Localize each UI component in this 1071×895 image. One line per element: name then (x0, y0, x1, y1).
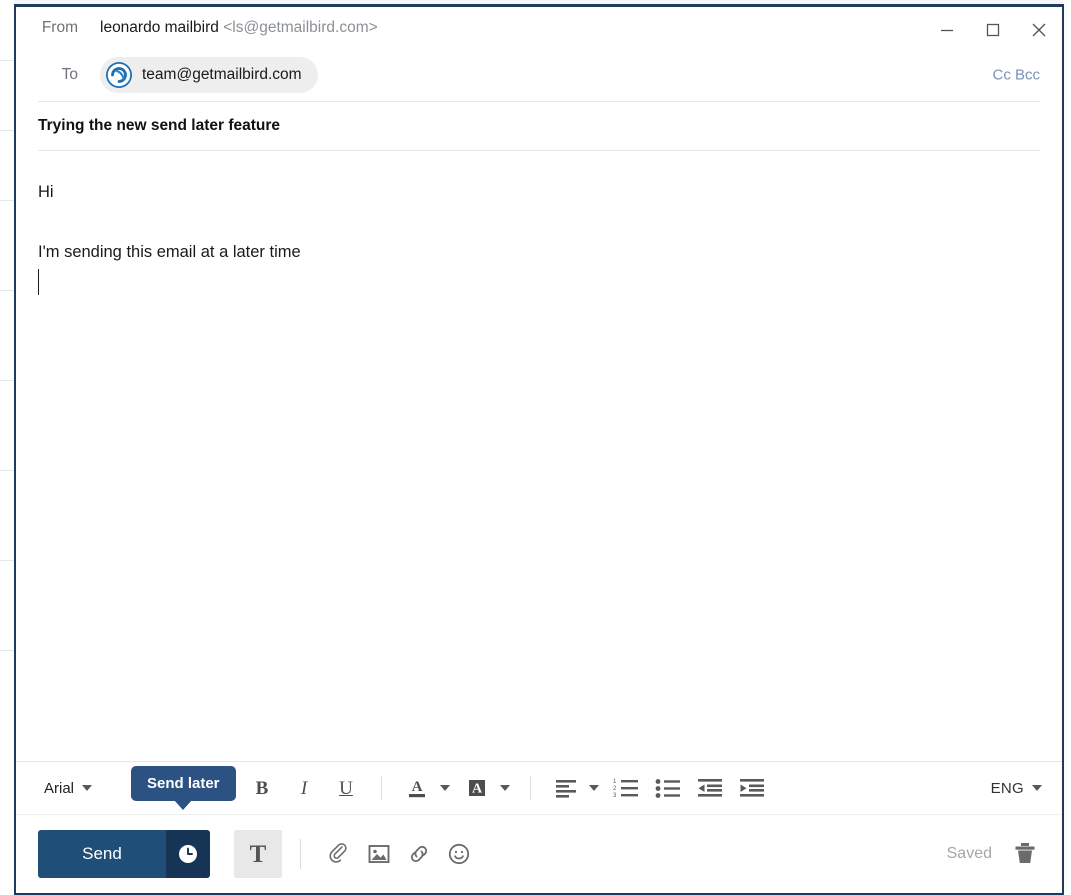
svg-text:3: 3 (613, 793, 617, 799)
background-divider (0, 60, 14, 61)
decrease-indent-icon (698, 779, 722, 797)
send-button[interactable]: Send (38, 830, 166, 878)
highlight-color-icon: A (469, 780, 485, 797)
chevron-down-icon (440, 785, 450, 791)
background-divider (0, 560, 14, 561)
background-divider (0, 130, 14, 131)
increase-indent-button[interactable] (731, 771, 773, 805)
chevron-down-icon (589, 785, 599, 791)
text-format-icon: T (249, 840, 267, 868)
chevron-down-icon (500, 785, 510, 791)
save-status-text: Saved (946, 845, 992, 862)
text-caret (38, 269, 39, 295)
from-value[interactable]: leonardo mailbird <ls@getmailbird.com> (100, 19, 378, 37)
subject-text: Trying the new send later feature (38, 117, 281, 134)
discard-draft-button[interactable] (1008, 837, 1042, 871)
bold-icon: B (255, 777, 269, 799)
background-left-strip (0, 0, 14, 895)
compose-email-window: From leonardo mailbird <ls@getmailbird.c… (14, 4, 1064, 895)
background-divider (0, 380, 14, 381)
mailbird-contact-avatar-icon (106, 62, 132, 88)
insert-emoji-button[interactable] (439, 834, 479, 874)
clock-icon (179, 845, 197, 863)
background-right-strip (1063, 0, 1071, 895)
email-body-editor[interactable]: Hi I'm sending this email at a later tim… (16, 151, 1062, 761)
maximize-button[interactable] (970, 7, 1016, 53)
subject-field-row[interactable]: Trying the new send later feature (16, 102, 1062, 150)
body-blank-line (38, 207, 1040, 237)
numbered-list-button[interactable]: 1 2 3 (605, 771, 647, 805)
bullet-list-button[interactable] (647, 771, 689, 805)
toggle-formatting-button[interactable]: T (234, 830, 282, 878)
background-divider (0, 200, 14, 201)
link-icon (410, 845, 428, 863)
send-later-button[interactable] (166, 830, 210, 878)
recipient-email: team@getmailbird.com (142, 66, 302, 83)
decrease-indent-button[interactable] (689, 771, 731, 805)
text-color-button[interactable]: A (396, 771, 456, 805)
body-line-1: Hi (38, 183, 54, 201)
italic-icon: I (300, 777, 308, 799)
minimize-button[interactable] (924, 7, 970, 53)
paperclip-icon (329, 843, 347, 863)
to-field-row[interactable]: To team@getmailbird.com Cc Bcc (16, 49, 1062, 101)
insert-link-button[interactable] (399, 834, 439, 874)
to-label: To (61, 66, 78, 83)
svg-text:2: 2 (613, 786, 617, 792)
text-color-icon: A (409, 779, 425, 798)
toolbar-separator (381, 776, 382, 800)
window-controls (924, 7, 1062, 53)
close-button[interactable] (1016, 7, 1062, 53)
bullet-list-icon (655, 779, 680, 798)
chevron-down-icon (1032, 785, 1042, 791)
background-divider (0, 650, 14, 651)
from-label: From (41, 19, 78, 36)
attach-file-button[interactable] (319, 834, 359, 874)
action-separator (300, 839, 301, 869)
emoji-icon (448, 843, 470, 865)
underline-icon: U (339, 777, 353, 799)
align-left-icon (556, 780, 576, 798)
svg-text:1: 1 (613, 779, 617, 785)
increase-indent-icon (740, 779, 764, 797)
compose-action-bar: Send T Saved (16, 815, 1062, 893)
svg-text:A: A (472, 782, 483, 797)
italic-button[interactable]: I (283, 771, 325, 805)
from-display-name: leonardo mailbird (100, 19, 219, 36)
language-dropdown[interactable]: ENG (991, 780, 1042, 797)
svg-text:A: A (412, 779, 423, 795)
background-divider (0, 470, 14, 471)
send-later-tooltip: Send later (131, 766, 236, 801)
send-button-group: Send (38, 830, 210, 878)
recipient-chip[interactable]: team@getmailbird.com (100, 57, 318, 93)
image-icon (368, 845, 390, 863)
from-email-address: <ls@getmailbird.com> (223, 19, 378, 36)
toolbar-separator (530, 776, 531, 800)
body-line-2: I'm sending this email at a later time (38, 243, 301, 261)
from-field-row: From leonardo mailbird <ls@getmailbird.c… (16, 7, 1062, 49)
trash-icon (1015, 843, 1035, 863)
bold-button[interactable]: B (241, 771, 283, 805)
underline-button[interactable]: U (325, 771, 367, 805)
align-button[interactable] (545, 771, 605, 805)
highlight-color-button[interactable]: A (456, 771, 516, 805)
language-value: ENG (990, 779, 1024, 797)
font-family-value: Arial (44, 779, 75, 797)
cc-bcc-toggle[interactable]: Cc Bcc (992, 67, 1040, 84)
numbered-list-icon: 1 2 3 (613, 779, 638, 799)
background-divider (0, 290, 14, 291)
insert-image-button[interactable] (359, 834, 399, 874)
chevron-down-icon (82, 785, 93, 791)
